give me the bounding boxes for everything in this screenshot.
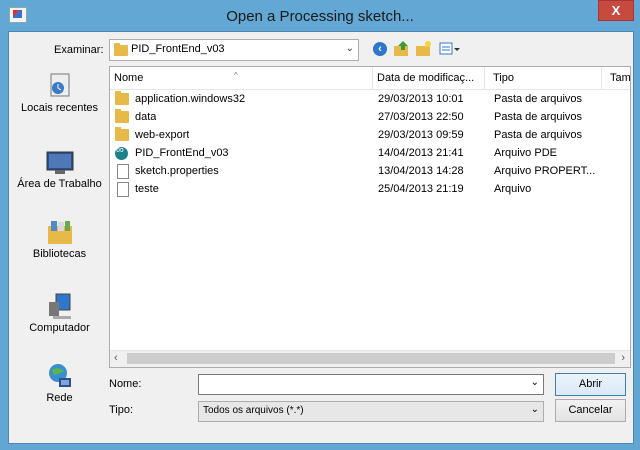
file-row[interactable]: web-export 29/03/2013 09:59 Pasta de arq…	[110, 127, 630, 145]
file-name: sketch.properties	[135, 165, 219, 177]
cancel-button[interactable]: Cancelar	[555, 399, 626, 422]
column-label: Tipo	[493, 72, 514, 84]
scroll-left-icon[interactable]: ‹	[114, 352, 118, 364]
place-network[interactable]: Rede	[12, 362, 107, 404]
column-label: Nome	[114, 72, 144, 84]
file-type: Pasta de arquivos	[494, 129, 583, 141]
file-type: Arquivo PROPERT...	[494, 165, 596, 177]
folder-icon	[115, 91, 129, 105]
open-dialog-window: Open a Processing sketch... X Examinar: …	[0, 0, 640, 450]
file-type-value: Todos os arquivos (*.*)	[203, 405, 304, 416]
file-row[interactable]: application.windows32 29/03/2013 10:01 P…	[110, 91, 630, 109]
processing-file-icon	[115, 144, 128, 160]
place-computer[interactable]: Computador	[12, 292, 107, 334]
title-bar[interactable]: Open a Processing sketch... X	[0, 0, 640, 30]
recent-places-icon	[45, 72, 75, 100]
window-title: Open a Processing sketch...	[226, 8, 414, 25]
file-date: 14/04/2013 21:41	[378, 147, 464, 159]
folder-icon	[115, 127, 129, 141]
scroll-thumb[interactable]	[127, 353, 615, 364]
file-type-label: Tipo:	[109, 404, 134, 416]
file-row[interactable]: sketch.properties 13/04/2013 14:28 Arqui…	[110, 163, 630, 181]
column-header-row: ^ Nome Data de modificaç... Tipo Tam	[110, 67, 630, 90]
place-label: Área de Trabalho	[17, 178, 102, 190]
file-date: 25/04/2013 21:19	[378, 183, 464, 195]
file-type: Pasta de arquivos	[494, 111, 583, 123]
close-button[interactable]: X	[598, 0, 634, 21]
column-header-size[interactable]: Tam	[606, 67, 631, 89]
file-name: application.windows32	[135, 93, 246, 105]
open-button[interactable]: Abrir	[555, 373, 626, 396]
file-type: Arquivo	[494, 183, 532, 195]
look-in-label: Examinar:	[54, 44, 104, 56]
file-date: 13/04/2013 14:28	[378, 165, 464, 177]
place-label: Rede	[46, 392, 73, 404]
column-label: Data de modificaç...	[377, 72, 475, 84]
file-name: PID_FrontEnd_v03	[135, 147, 229, 159]
chevron-down-icon: ⌄	[530, 404, 539, 415]
file-name-input[interactable]: ⌄	[198, 374, 544, 395]
file-name-label: Nome:	[109, 378, 142, 390]
view-menu-icon[interactable]	[439, 40, 460, 58]
file-list[interactable]: ^ Nome Data de modificaç... Tipo Tam app…	[109, 66, 631, 368]
scroll-right-icon[interactable]: ›	[621, 352, 625, 364]
file-row[interactable]: data 27/03/2013 22:50 Pasta de arquivos	[110, 109, 630, 127]
folder-up-icon[interactable]	[393, 40, 411, 58]
place-desktop[interactable]: Área de Trabalho	[12, 148, 107, 190]
column-header-date[interactable]: Data de modificaç...	[373, 67, 485, 89]
horizontal-scrollbar[interactable]: ‹ ›	[110, 350, 630, 367]
file-type: Pasta de arquivos	[494, 93, 583, 105]
look-in-value: PID_FrontEnd_v03	[131, 43, 225, 55]
column-header-type[interactable]: Tipo	[489, 67, 602, 89]
place-label: Computador	[29, 322, 90, 334]
place-recent[interactable]: Locais recentes	[12, 72, 107, 114]
dialog-body: Examinar: PID_FrontEnd_v03 ⌄ ‹ Locais re…	[8, 31, 634, 444]
new-folder-icon[interactable]	[415, 40, 433, 58]
folder-icon	[114, 43, 128, 56]
libraries-icon	[45, 218, 75, 246]
place-libraries[interactable]: Bibliotecas	[12, 218, 107, 260]
chevron-down-icon[interactable]: ⌄	[531, 377, 539, 388]
file-icon	[117, 182, 129, 197]
look-in-combo[interactable]: PID_FrontEnd_v03 ⌄	[109, 39, 359, 61]
computer-icon	[45, 292, 75, 320]
network-icon	[45, 362, 75, 390]
sort-ascending-icon: ^	[234, 71, 238, 80]
file-name: web-export	[135, 129, 190, 141]
file-date: 29/03/2013 09:59	[378, 129, 464, 141]
file-date: 27/03/2013 22:50	[378, 111, 464, 123]
column-label: Tam	[610, 72, 631, 84]
file-type-combo[interactable]: Todos os arquivos (*.*) ⌄	[198, 401, 544, 422]
desktop-icon	[45, 148, 75, 176]
file-icon	[117, 164, 129, 179]
file-type: Arquivo PDE	[494, 147, 557, 159]
file-name: data	[135, 111, 157, 123]
arrow-left-icon[interactable]: ‹	[373, 42, 387, 56]
file-row[interactable]: teste 25/04/2013 21:19 Arquivo	[110, 181, 630, 199]
places-bar: Locais recentes Área de Trabalho Bibliot…	[12, 66, 107, 438]
file-name: teste	[135, 183, 159, 195]
file-row[interactable]: PID_FrontEnd_v03 14/04/2013 21:41 Arquiv…	[110, 144, 630, 163]
chevron-down-icon: ⌄	[345, 43, 354, 54]
place-label: Locais recentes	[20, 102, 99, 114]
place-label: Bibliotecas	[32, 248, 87, 260]
file-date: 29/03/2013 10:01	[378, 93, 464, 105]
folder-icon	[115, 109, 129, 123]
column-header-name[interactable]: ^ Nome	[110, 67, 373, 89]
